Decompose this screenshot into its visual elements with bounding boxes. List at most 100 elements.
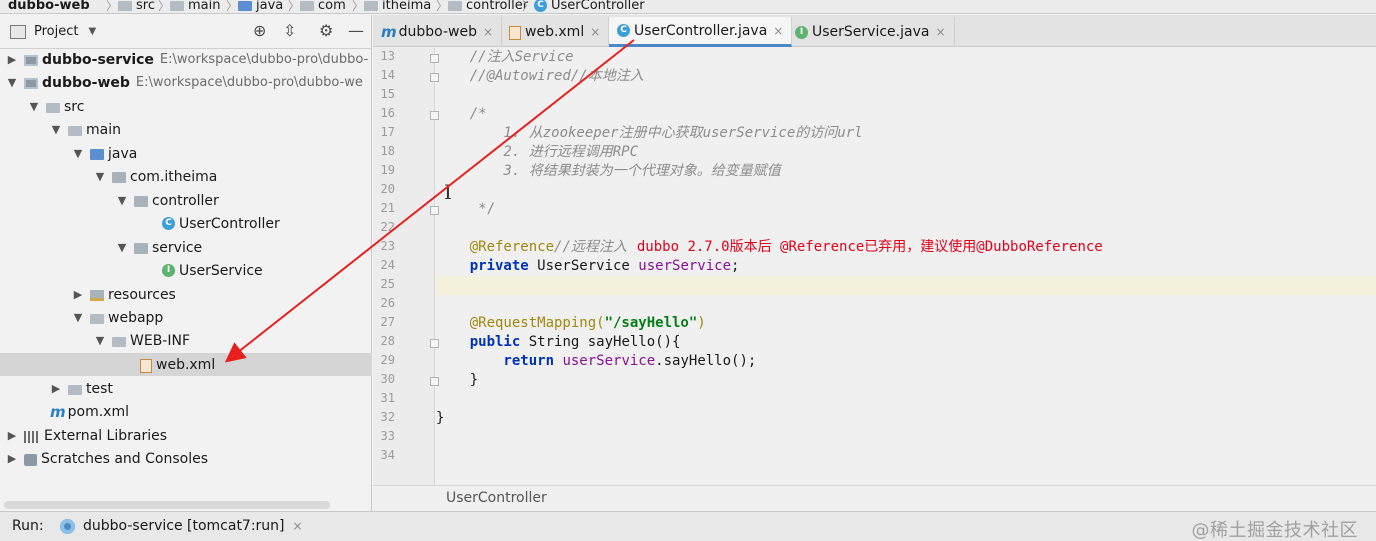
module-icon	[24, 78, 38, 89]
line-number: 34	[380, 448, 395, 462]
breadcrumb-item-com[interactable]: 〉 com	[282, 0, 346, 13]
breadcrumb-item-project[interactable]: dubbo-web	[8, 0, 90, 13]
code-line-17: 1. 从zookeeper注册中心获取userService的访问url	[436, 125, 863, 141]
breadcrumb-item-controller[interactable]: 〉 controller	[430, 0, 528, 13]
code-line-19: 3. 将结果封装为一个代理对象。给变量赋值	[436, 163, 781, 179]
gear-icon[interactable]: ⚙	[319, 21, 333, 40]
close-icon[interactable]: ×	[293, 519, 303, 533]
tree-item-external-libraries[interactable]: ▶ External Libraries	[0, 424, 372, 447]
close-icon[interactable]: ×	[773, 24, 783, 38]
module-icon	[24, 55, 38, 66]
tree-item-pom-xml[interactable]: m pom.xml	[0, 400, 372, 423]
run-tool-window-bar: Run: dubbo-service [tomcat7:run] × @稀土掘金…	[0, 511, 1376, 541]
tree-item-dubbo-service[interactable]: ▶ dubbo-service E:\workspace\dubbo-pro\dub…	[0, 48, 372, 71]
tree-item-service[interactable]: ▼ service	[0, 236, 372, 259]
expand-arrow-icon[interactable]: ▶	[6, 53, 18, 66]
source-folder-icon	[238, 1, 253, 11]
close-icon[interactable]: ×	[483, 25, 493, 39]
navigation-breadcrumb: dubbo-web 〉 src 〉 main 〉 java 〉 com 〉 itheima…	[0, 0, 1376, 14]
breadcrumb-item-main[interactable]: 〉 main	[152, 0, 221, 13]
source-folder-icon	[90, 149, 104, 160]
line-number: 31	[380, 391, 395, 405]
tab-usercontroller-java[interactable]: C UserController.java ×	[609, 17, 793, 47]
tree-item-web-inf[interactable]: ▼ WEB-INF	[0, 329, 372, 352]
close-icon[interactable]: ×	[590, 25, 600, 39]
editor-tab-bar: m dubbo-web × web.xml × C UserController.jav…	[373, 15, 1376, 47]
tree-item-src[interactable]: ▼ src	[0, 95, 372, 118]
line-number: 30	[380, 372, 395, 386]
minimize-icon[interactable]: —	[348, 21, 364, 40]
tree-item-dubbo-web[interactable]: ▼ dubbo-web E:\workspace\dubbo-pro\dubbo-w…	[0, 71, 372, 94]
maven-icon: m	[50, 402, 66, 421]
code-line-14: //@Autowired//本地注入	[436, 68, 644, 84]
resources-folder-icon	[90, 290, 104, 301]
breadcrumb-separator-icon: 〉	[352, 0, 365, 13]
tree-item-userservice[interactable]: I UserService	[0, 259, 372, 282]
breadcrumb-item-java[interactable]: 〉 java	[220, 0, 283, 13]
expand-arrow-icon[interactable]: ▶	[72, 288, 84, 301]
breadcrumb-item-itheima[interactable]: 〉 itheima	[346, 0, 431, 13]
editor-breadcrumb-footer: UserController	[373, 485, 1376, 511]
expand-arrow-icon[interactable]: ▶	[6, 452, 18, 465]
code-area[interactable]: //注入Service //@Autowired//本地注入 /* 1. 从zo…	[436, 48, 1376, 485]
line-number: 29	[380, 353, 395, 367]
tree-item-controller[interactable]: ▼ controller	[0, 189, 372, 212]
tree-item-com-itheima[interactable]: ▼ com.itheima	[0, 165, 372, 188]
collapse-arrow-icon[interactable]: ▼	[28, 100, 40, 113]
collapse-arrow-icon[interactable]: ▼	[116, 241, 128, 254]
line-number: 26	[380, 296, 395, 310]
folder-icon	[68, 384, 82, 395]
target-icon[interactable]: ⊕	[253, 21, 266, 40]
code-line-27: @RequestMapping("/sayHello")	[436, 315, 706, 331]
breadcrumb-item-src[interactable]: 〉 src	[100, 0, 155, 13]
editor-footer-class[interactable]: UserController	[446, 490, 547, 506]
collapse-arrow-icon[interactable]: ▼	[6, 76, 18, 89]
code-line-16: /*	[436, 106, 487, 122]
collapse-arrow-icon[interactable]: ▼	[50, 123, 62, 136]
tab-dubbo-web[interactable]: m dubbo-web ×	[373, 17, 503, 47]
code-line-25-current	[436, 276, 1376, 295]
run-label: Run:	[12, 518, 44, 534]
folder-icon	[170, 1, 185, 11]
code-line-24: private UserService userService;	[436, 258, 740, 274]
collapse-icon[interactable]: ⇳	[283, 21, 296, 40]
class-icon: C	[617, 24, 630, 37]
breadcrumb-separator-icon: 〉	[436, 0, 449, 13]
tree-item-webapp[interactable]: ▼ webapp	[0, 306, 372, 329]
code-line-13: //注入Service	[436, 49, 574, 65]
collapse-arrow-icon[interactable]: ▼	[94, 170, 106, 183]
tree-item-main[interactable]: ▼ main	[0, 118, 372, 141]
close-icon[interactable]: ×	[935, 25, 945, 39]
tab-web-xml[interactable]: web.xml ×	[501, 17, 610, 47]
code-line-29: return userService.sayHello();	[436, 353, 757, 369]
folder-icon	[90, 313, 104, 324]
tab-userservice-java[interactable]: I UserService.java ×	[787, 17, 955, 47]
tree-item-web-xml[interactable]: web.xml	[0, 353, 372, 376]
project-view-selector[interactable]: Project ▼	[10, 24, 96, 39]
collapse-arrow-icon[interactable]: ▼	[72, 147, 84, 160]
folder-icon	[112, 336, 126, 347]
collapse-arrow-icon[interactable]: ▼	[116, 194, 128, 207]
collapse-arrow-icon[interactable]: ▼	[94, 334, 106, 347]
line-number-gutter[interactable]: 13 14 15 16 17 18 19 20 21 22 23 24 25 2…	[373, 48, 439, 485]
expand-arrow-icon[interactable]: ▶	[6, 429, 18, 442]
project-tool-window: Project ▼ ⊕ ⇳ ⚙ — ▶ dubbo-service E:\works…	[0, 15, 372, 511]
tree-item-resources[interactable]: ▶ resources	[0, 283, 372, 306]
class-icon: C	[162, 217, 175, 230]
expand-arrow-icon[interactable]: ▶	[50, 382, 62, 395]
tree-item-test[interactable]: ▶ test	[0, 377, 372, 400]
project-panel-header: Project ▼ ⊕ ⇳ ⚙ —	[0, 15, 372, 49]
line-number: 16	[380, 106, 395, 120]
breadcrumb-item-usercontroller[interactable]: 〉 C UserController	[516, 0, 645, 13]
code-line-18: 2. 进行远程调用RPC	[436, 144, 639, 160]
horizontal-scrollbar[interactable]	[4, 501, 330, 509]
run-config-tab[interactable]: dubbo-service [tomcat7:run] ×	[60, 518, 303, 534]
line-number: 19	[380, 163, 395, 177]
collapse-arrow-icon[interactable]: ▼	[72, 311, 84, 324]
line-number: 32	[380, 410, 395, 424]
breadcrumb-separator-icon: 〉	[288, 0, 301, 13]
tree-item-scratches-and-consoles[interactable]: ▶ Scratches and Consoles	[0, 447, 372, 470]
tree-item-java[interactable]: ▼ java	[0, 142, 372, 165]
line-number: 15	[380, 87, 395, 101]
tree-item-usercontroller[interactable]: C UserController	[0, 212, 372, 235]
